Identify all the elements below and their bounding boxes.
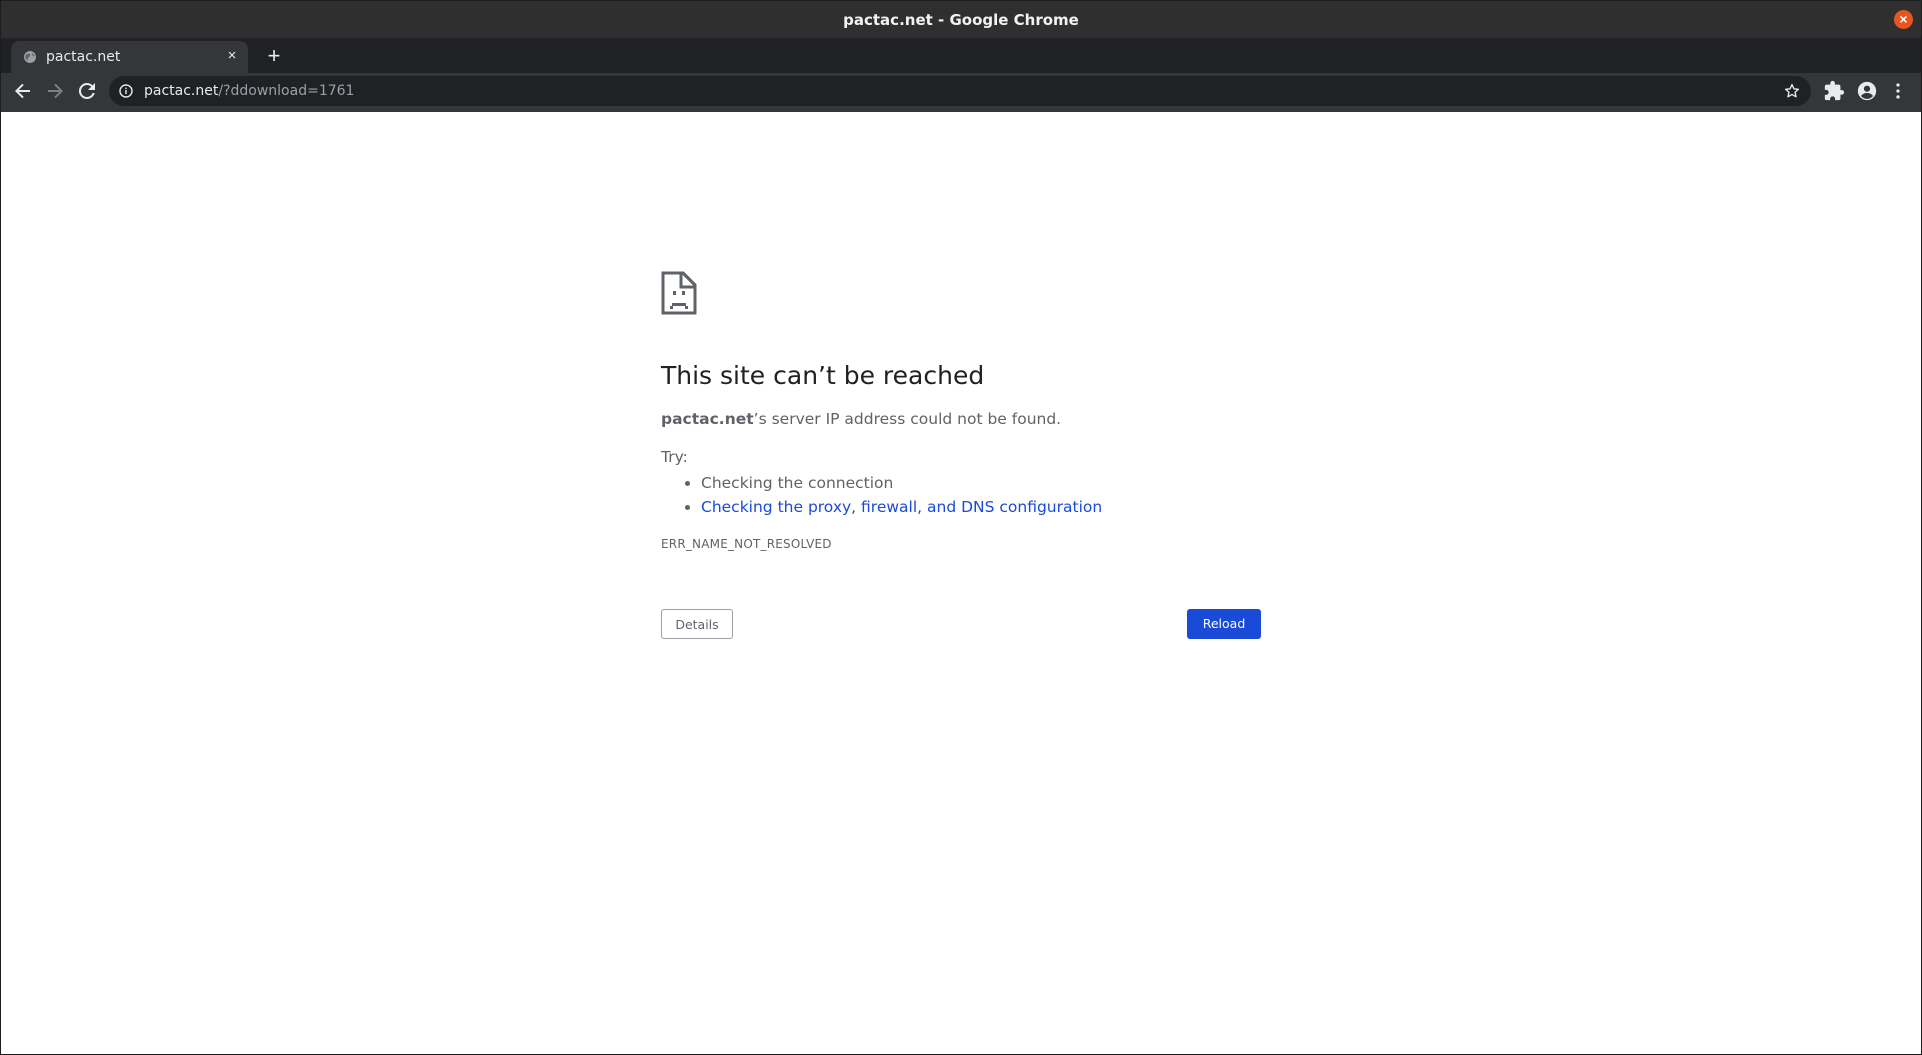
window-title: pactac.net - Google Chrome [843,11,1079,29]
tab-close-button[interactable]: × [224,48,240,64]
toolbar: pactac.net/?ddownload=1761 [1,73,1921,109]
sad-document-icon [661,271,697,315]
tab-strip: pactac.net × + [1,38,1921,73]
tab-active[interactable]: pactac.net × [11,41,248,73]
error-host: pactac.net [661,410,754,428]
arrow-left-icon [15,83,30,99]
toolbar-divider [1,109,1921,112]
back-button[interactable] [11,79,35,103]
suggestions-list: Checking the connection Checking the pro… [661,471,1102,519]
suggestion-proxy-firewall-dns-link[interactable]: Checking the proxy, firewall, and DNS co… [701,498,1102,516]
window-close-button[interactable]: × [1894,10,1913,29]
reload-button[interactable] [75,79,99,103]
suggestion-item: Checking the connection [701,471,1102,495]
url-host: pactac.net [144,83,219,99]
globe-icon [23,50,37,64]
browser-window: pactac.net - Google Chrome × pactac.net … [0,0,1922,1055]
url-path: /?ddownload=1761 [218,83,355,99]
new-tab-button[interactable]: + [263,45,285,67]
reload-page-button[interactable]: Reload [1187,609,1261,639]
tab-title: pactac.net [46,49,121,65]
puzzle-icon[interactable] [1823,80,1845,102]
url-text: pactac.net/?ddownload=1761 [144,83,354,99]
info-icon[interactable] [119,84,133,98]
arrow-right-icon [48,83,63,99]
account-icon[interactable] [1856,80,1878,102]
address-bar[interactable]: pactac.net/?ddownload=1761 [109,76,1811,106]
details-button[interactable]: Details [661,609,733,639]
forward-button[interactable] [43,79,67,103]
star-icon[interactable] [1783,82,1801,100]
error-heading: This site can’t be reached [661,361,985,390]
error-description-text: ’s server IP address could not be found. [753,410,1062,428]
error-code: ERR_NAME_NOT_RESOLVED [661,537,832,551]
suggestion-check-connection: Checking the connection [701,474,894,492]
kebab-menu-icon[interactable] [1887,80,1909,102]
try-label: Try: [661,448,688,466]
reload-icon [78,82,95,99]
suggestion-item: Checking the proxy, firewall, and DNS co… [701,495,1102,519]
title-bar: pactac.net - Google Chrome × [1,1,1921,38]
error-description: pactac.net’s server IP address could not… [661,410,1061,428]
